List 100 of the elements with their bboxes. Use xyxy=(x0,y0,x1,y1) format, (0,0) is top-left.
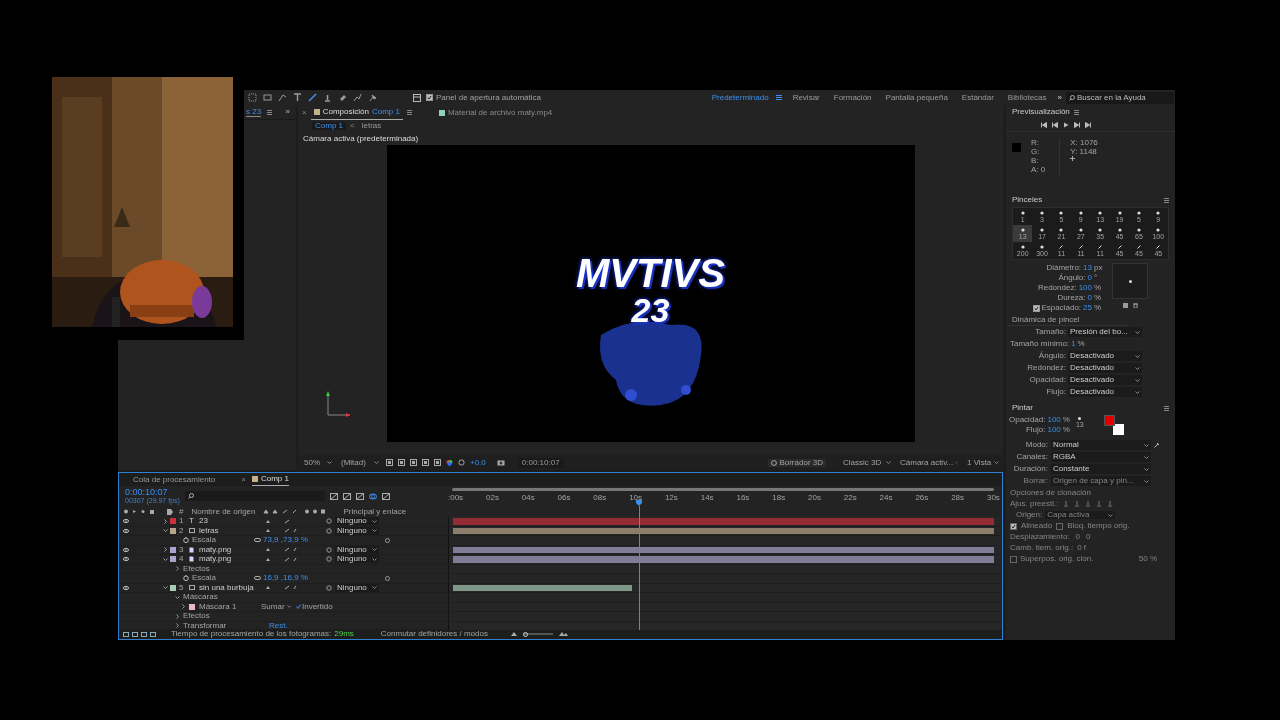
menu-icon[interactable] xyxy=(775,95,782,100)
stopwatch-icon[interactable] xyxy=(183,537,189,544)
layer-color-label[interactable] xyxy=(170,546,176,553)
text-tool-icon[interactable] xyxy=(293,93,302,102)
panel-menu-icon[interactable] xyxy=(1164,197,1169,203)
puppet-tool-icon[interactable] xyxy=(353,93,362,102)
step-forward-icon[interactable] xyxy=(1073,122,1080,128)
layer-color-label[interactable] xyxy=(170,556,176,563)
layer-duration-bar[interactable] xyxy=(453,546,994,553)
trash-icon[interactable] xyxy=(1132,303,1138,308)
dynamics-dropdown[interactable]: Desactivado xyxy=(1068,363,1142,373)
layer-name[interactable]: letras xyxy=(199,526,265,535)
camera-dropdown[interactable]: Cámara activ... xyxy=(898,458,960,467)
selection-tool-icon[interactable] xyxy=(248,93,257,102)
parent-dropdown[interactable]: Ninguno xyxy=(335,526,379,535)
collapsed-caret-icon[interactable] xyxy=(175,613,180,619)
offset-value[interactable]: 0 xyxy=(1075,533,1081,541)
collapsed-caret-icon[interactable] xyxy=(175,623,180,629)
reset-link[interactable]: Rest. xyxy=(269,621,288,630)
property-group-name[interactable]: Efectos xyxy=(183,612,269,621)
collapsed-caret-icon[interactable] xyxy=(163,518,168,524)
checkbox[interactable] xyxy=(426,94,433,101)
new-brush-icon[interactable] xyxy=(1122,303,1128,308)
skip-forward-icon[interactable] xyxy=(1084,122,1091,128)
eye-icon[interactable] xyxy=(123,557,129,562)
layer-search-field[interactable] xyxy=(184,491,325,501)
more-panels-button[interactable]: » xyxy=(285,108,290,116)
dynamics-value[interactable]: 1 xyxy=(1071,340,1076,348)
checkbox[interactable] xyxy=(1056,522,1064,530)
expanded-caret-icon[interactable] xyxy=(163,556,168,562)
parent-dropdown[interactable]: Ninguno xyxy=(335,545,379,554)
slider-thumb-icon[interactable] xyxy=(523,631,529,637)
rectangle-tool-icon[interactable] xyxy=(263,93,272,102)
stamp-tool-icon[interactable] xyxy=(323,93,332,102)
collapsed-caret-icon[interactable] xyxy=(181,604,186,610)
foreground-color-swatch[interactable] xyxy=(1103,415,1115,426)
layer-name[interactable]: 23 xyxy=(199,517,265,526)
parameter-value[interactable]: 13 xyxy=(1083,263,1092,273)
panel-icon[interactable] xyxy=(413,93,421,102)
draft-3d-button[interactable]: Borrador 3D xyxy=(768,458,826,467)
parent-dropdown[interactable]: Ninguno xyxy=(335,583,379,592)
toggle-switches-button[interactable]: Conmutar definidores / modos xyxy=(380,630,488,638)
views-dropdown[interactable]: 1 Vista xyxy=(965,458,1001,467)
workspace-tab[interactable]: Pantalla pequeña xyxy=(878,93,955,102)
exposure-icon[interactable] xyxy=(458,459,465,466)
expanded-caret-icon[interactable] xyxy=(163,528,168,534)
paint-value[interactable]: 100 xyxy=(1047,415,1061,425)
link-icon[interactable] xyxy=(254,576,261,581)
skip-back-icon[interactable] xyxy=(1040,122,1047,128)
render-icon[interactable] xyxy=(123,631,129,637)
dynamics-dropdown[interactable]: Desactivado xyxy=(1068,351,1142,361)
breadcrumb-item[interactable]: letras xyxy=(358,122,385,130)
workspace-tab[interactable]: Formación xyxy=(826,93,879,102)
grid-icon[interactable] xyxy=(398,459,405,466)
paint-dropdown[interactable]: Normal xyxy=(1051,440,1151,450)
current-time-field[interactable]: 0:00:10:07 xyxy=(517,457,564,468)
frame-blend-icon[interactable] xyxy=(355,492,364,500)
mask-icon[interactable] xyxy=(410,459,417,466)
property-group-name[interactable]: Transformar xyxy=(183,621,269,630)
switch-icon[interactable] xyxy=(150,631,156,637)
brush-tool-icon[interactable] xyxy=(308,93,317,102)
dynamics-dropdown[interactable]: Desactivado xyxy=(1068,375,1142,385)
expand-icon[interactable] xyxy=(141,631,147,637)
pin-tool-icon[interactable] xyxy=(368,93,377,102)
parameter-value[interactable]: 100 xyxy=(1078,283,1092,293)
overlay-value[interactable]: 50 % xyxy=(1138,555,1157,563)
dynamics-dropdown[interactable]: Desactivado xyxy=(1068,387,1142,397)
checkbox[interactable] xyxy=(1010,522,1017,530)
project-tab[interactable]: s 23 xyxy=(246,107,262,117)
expanded-caret-icon[interactable] xyxy=(175,594,180,600)
property-group-name[interactable]: Máscaras xyxy=(183,593,269,602)
parameter-value[interactable]: 0 xyxy=(1087,293,1092,303)
current-time[interactable]: 0:00:10:07 xyxy=(125,487,180,497)
close-tab-button[interactable]: × xyxy=(241,475,246,484)
step-back-icon[interactable] xyxy=(1051,122,1058,128)
parent-dropdown[interactable]: Ninguno xyxy=(335,517,379,526)
layer-color-label[interactable] xyxy=(170,584,176,591)
paint-dropdown[interactable]: RGBA xyxy=(1051,452,1151,462)
graph-editor-icon[interactable] xyxy=(381,492,390,500)
zoom-in-icon[interactable] xyxy=(558,632,568,636)
more-workspaces-button[interactable]: » xyxy=(1053,93,1066,102)
link-icon[interactable] xyxy=(254,538,261,543)
background-color-swatch[interactable] xyxy=(1112,424,1124,435)
workspace-tab[interactable]: Revisar xyxy=(785,93,827,102)
resolution-dropdown[interactable]: (Mitad) xyxy=(339,458,381,467)
layer-duration-bar[interactable] xyxy=(453,527,994,534)
layer-name[interactable]: maty.png xyxy=(199,545,265,554)
layer-duration-bar[interactable] xyxy=(453,584,632,591)
layer-name[interactable]: sin una burbuja xyxy=(199,583,265,592)
expression-icon[interactable] xyxy=(385,537,390,543)
play-icon[interactable] xyxy=(1062,122,1069,128)
breadcrumb-item[interactable]: Comp 1 xyxy=(312,122,346,130)
parent-dropdown[interactable]: Ninguno xyxy=(335,555,379,564)
panel-menu-icon[interactable] xyxy=(1164,405,1169,411)
composition-tab[interactable]: Composición Comp 1 xyxy=(310,105,403,120)
transparency-icon[interactable] xyxy=(422,459,429,466)
comp-flow-icon[interactable] xyxy=(132,631,138,637)
checkbox[interactable] xyxy=(1032,304,1040,312)
collapsed-caret-icon[interactable] xyxy=(163,547,168,553)
dynamics-dropdown[interactable]: Presión del bo... xyxy=(1068,327,1142,337)
